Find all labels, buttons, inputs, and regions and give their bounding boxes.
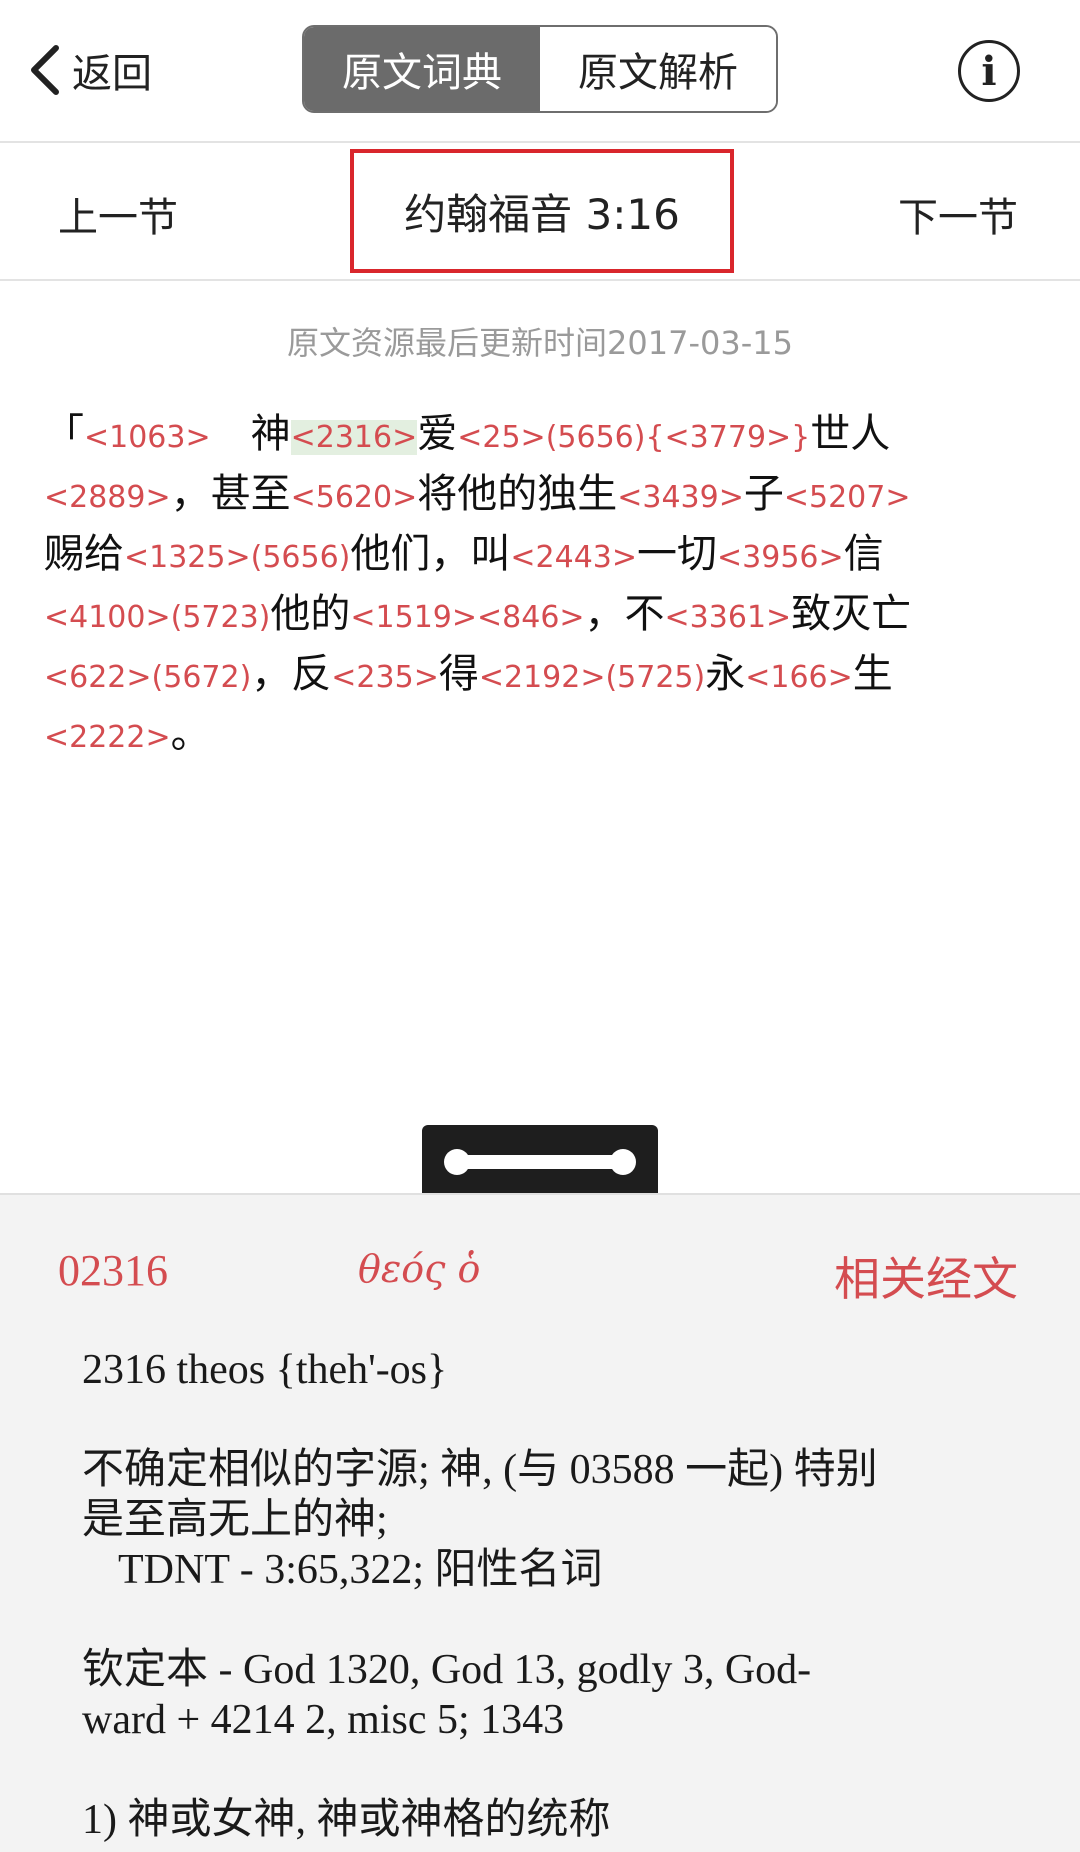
strong-code-link[interactable]: <5620>	[291, 480, 418, 515]
verse-word: 世人	[810, 411, 891, 457]
verse-word: ，甚至	[170, 471, 291, 517]
strong-code-link[interactable]: <3956>	[717, 540, 844, 575]
tab-original-analysis[interactable]: 原文解析	[540, 27, 776, 111]
verse-word: 赐给	[44, 531, 124, 577]
definition-line: 1) 神或女神, 神或神格的统称	[82, 1797, 611, 1843]
verse-word: 永	[705, 651, 746, 697]
verse-line: <622>(5672)，反<235>得<2192>(5725)永<166>生	[44, 644, 1044, 704]
verse-word: 子	[743, 471, 784, 517]
back-button[interactable]: 返回	[26, 40, 152, 100]
verse-navigation-bar: 上一节 约翰福音 3:16 下一节	[0, 145, 1080, 281]
verse-text: 「<1063> 神<2316>爱<25>(5656){<3779>}世人 <288…	[44, 404, 1044, 764]
etymology-line: 不确定相似的字源; 神, (与 03588 一起) 特别	[82, 1447, 878, 1493]
strong-code-link[interactable]: <3439>	[617, 480, 744, 515]
verse-word: ，反	[251, 651, 332, 697]
verse-word: ，不	[584, 591, 665, 637]
resource-updated-text: 原文资源最后更新时间2017-03-15	[287, 324, 793, 362]
strong-code-link[interactable]: <25>(5656){<3779>}	[457, 420, 810, 455]
entry-title: 2316 theos {theh'-os}	[82, 1347, 448, 1393]
top-navigation-bar: 返回 原文词典 原文解析 i	[0, 0, 1080, 143]
strong-code-link[interactable]: <2192>(5725)	[479, 660, 705, 695]
strong-code-link[interactable]: <2443>	[510, 540, 637, 575]
related-verses-link[interactable]: 相关经文	[834, 1243, 1018, 1309]
verse-line: <2222>。	[44, 704, 1044, 764]
verse-word: 得	[438, 651, 479, 697]
verse-word: 致灭亡	[791, 591, 912, 637]
strong-number: 02316	[58, 1246, 168, 1295]
strong-code-link[interactable]: <1063>	[84, 420, 211, 455]
lexicon-panel: 02316 θεός ὁ 相关经文 2316 theos {theh'-os} …	[0, 1193, 1080, 1852]
verse-line: <4100>(5723)他的<1519><846>，不<3361>致灭亡	[44, 584, 1044, 644]
strong-code-link[interactable]: <4100>(5723)	[44, 600, 270, 635]
verse-word: 神	[210, 411, 291, 457]
tdnt-line: TDNT - 3:65,322; 阳性名词	[118, 1547, 603, 1593]
greek-word: θεός ὁ	[358, 1247, 481, 1291]
verse-word: 他的	[270, 591, 351, 637]
back-label: 返回	[72, 51, 152, 97]
strong-code-link[interactable]: <622>(5672)	[44, 660, 251, 695]
previous-verse-button[interactable]: 上一节	[58, 185, 178, 243]
verse-word: 他们，叫	[350, 531, 511, 577]
drag-handle-icon[interactable]	[422, 1125, 658, 1195]
strong-code-link[interactable]: <2222>	[44, 720, 171, 755]
verse-word: 爱	[417, 411, 458, 457]
chevron-left-icon	[31, 45, 59, 95]
verse-line: 「<1063> 神<2316>爱<25>(5656){<3779>}世人	[44, 404, 1044, 464]
verse-line: 赐给<1325>(5656)他们，叫<2443>一切<3956>信	[44, 524, 1044, 584]
strong-code-link[interactable]: <1519><846>	[350, 600, 584, 635]
strong-code-link[interactable]: <2889>	[44, 480, 171, 515]
kjv-usage-line: 钦定本 - God 1320, God 13, godly 3, God-	[82, 1647, 812, 1693]
strong-code-link[interactable]: <3361>	[665, 600, 792, 635]
strong-code-link[interactable]: <1325>(5656)	[124, 540, 350, 575]
verse-word: 将他的独生	[417, 471, 618, 517]
verse-line: <2889>，甚至<5620>将他的独生<3439>子<5207>	[44, 464, 1044, 524]
strong-code-link[interactable]: <2316>	[290, 420, 418, 455]
verse-word: 。	[170, 711, 211, 757]
verse-reference[interactable]: 约翰福音 3:16	[350, 149, 734, 273]
verse-word: 生	[852, 651, 893, 697]
kjv-usage-line: ward + 4214 2, misc 5; 1343	[82, 1697, 565, 1743]
verse-word: 信	[843, 531, 884, 577]
strong-code-link[interactable]: <5207>	[784, 480, 911, 515]
verse-word: 「	[44, 411, 84, 457]
tab-original-dictionary[interactable]: 原文词典	[304, 27, 540, 111]
etymology-line: 是至高无上的神;	[82, 1497, 388, 1543]
view-segmented-control: 原文词典 原文解析	[302, 25, 778, 113]
strong-code-link[interactable]: <235>	[331, 660, 439, 695]
strong-code-link[interactable]: <166>	[745, 660, 853, 695]
next-verse-button[interactable]: 下一节	[898, 185, 1018, 243]
verse-word: 一切	[637, 531, 718, 577]
lexicon-definition: 2316 theos {theh'-os} 不确定相似的字源; 神, (与 03…	[82, 1345, 1022, 1845]
info-icon[interactable]: i	[958, 40, 1020, 102]
